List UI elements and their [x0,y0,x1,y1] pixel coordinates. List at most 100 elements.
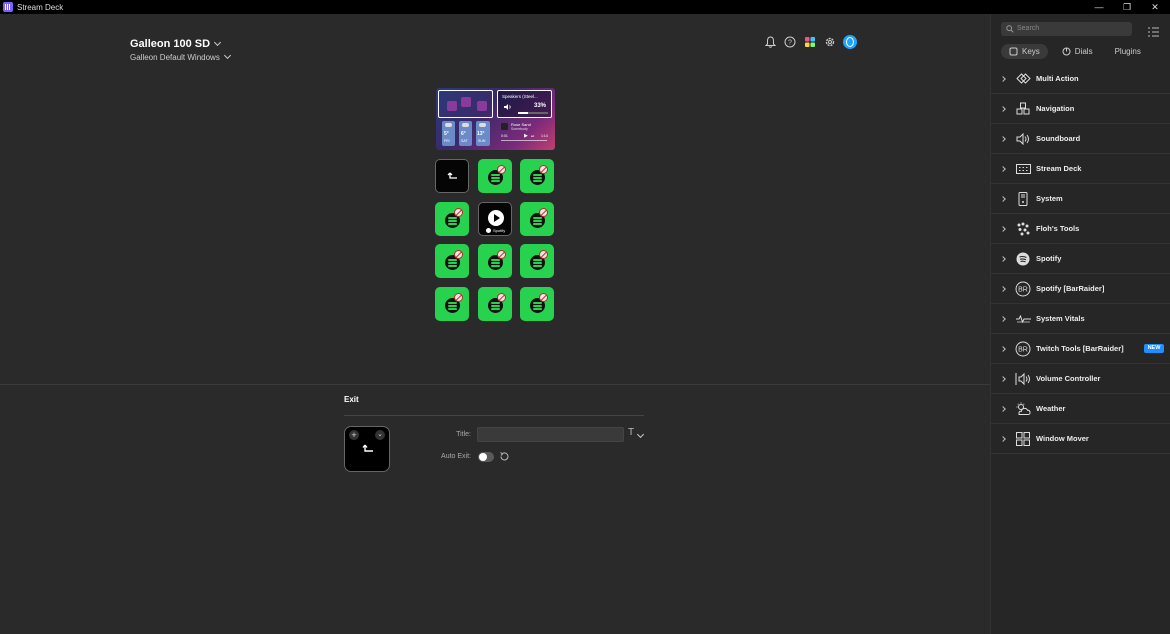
unavailable-icon [539,250,548,259]
flohs-tools-icon [1015,221,1031,237]
unavailable-icon [497,165,506,174]
unavailable-icon [539,165,548,174]
time-total: 1:14 [541,134,548,138]
category-soundboard[interactable]: Soundboard [991,124,1170,154]
unavailable-icon [454,250,463,259]
speaker-icon [504,104,511,110]
spotify-key[interactable] [435,287,469,321]
spotify-play-key[interactable]: Spotify [478,202,512,236]
volume-fill [518,112,528,114]
separator [344,415,644,416]
system-vitals-icon [1015,311,1031,327]
properties-divider[interactable] [0,384,990,385]
category-label: System [1036,194,1063,203]
device-name: Galleon 100 SD [130,38,211,50]
weather-day-sun: 13° SUN [476,121,490,146]
minimize-button[interactable]: — [1085,0,1113,14]
spotify-key[interactable] [520,202,554,236]
action-title: Exit [344,395,359,404]
category-spotify-barraider[interactable]: BR Spotify [BarRaider] [991,274,1170,304]
lcd-folder-tile[interactable] [438,90,493,118]
device-selector[interactable]: Galleon 100 SD [130,38,222,50]
spotify-key[interactable] [478,287,512,321]
profile-selector[interactable]: Galleon Default Windows [130,51,231,62]
lcd-volume-tile[interactable]: Speakers (Steel... 33% [497,90,552,118]
weather-day: FRI [444,139,450,143]
lcd-now-playing-tile[interactable]: Rose Sand Somebody 0:01 ▶ ⏭ 1:14 [497,120,552,148]
unavailable-icon [454,293,463,302]
category-system-vitals[interactable]: System Vitals [991,304,1170,334]
category-navigation[interactable]: Navigation [991,94,1170,124]
category-weather[interactable]: Weather [991,394,1170,424]
text-format-icon[interactable]: T [628,427,634,438]
lcd-weather-tile[interactable]: 5° FRI 6° SAT 13° SUN [438,120,493,148]
tab-plugins[interactable]: Plugins [1107,44,1149,59]
multi-action-icon [1015,71,1031,87]
category-label: Spotify [1036,254,1062,263]
category-label: Window Mover [1036,434,1089,443]
gear-icon[interactable] [823,35,837,49]
spotify-key[interactable] [435,202,469,236]
chevron-down-icon[interactable] [636,430,645,439]
play-icon: ▶ [524,133,528,139]
dials-icon [1062,47,1071,56]
touch-strip-lcd[interactable]: Speakers (Steel... 33% 5° FRI 6° SAT 13°… [436,88,555,150]
category-system[interactable]: System [991,184,1170,214]
marketplace-icon[interactable] [803,35,817,49]
track-progress [501,140,547,141]
auto-exit-toggle[interactable] [478,452,494,462]
close-button[interactable]: ✕ [1141,0,1169,14]
chevron-right-icon [1000,135,1006,142]
account-avatar[interactable] [843,35,857,49]
profile-name: Galleon Default Windows [130,53,220,62]
category-twitch-tools-barraider[interactable]: BR Twitch Tools [BarRaider] NEW [991,334,1170,364]
volume-track [518,112,548,114]
category-multi-action[interactable]: Multi Action [991,64,1170,94]
plus-icon[interactable]: + [349,430,359,440]
weather-day: SUN [478,139,486,143]
tab-dials[interactable]: Dials [1054,44,1101,59]
stream-deck-app-icon [3,2,13,12]
unavailable-icon [497,250,506,259]
tab-label: Keys [1022,47,1040,56]
spotify-logo-icon [486,228,491,233]
action-key-preview[interactable]: + ⌄ [344,426,390,472]
app-shortcut-icon [447,101,457,111]
help-icon[interactable]: ? [783,35,797,49]
unavailable-icon [539,208,548,217]
title-input[interactable] [477,427,624,442]
list-view-icon[interactable] [1148,24,1159,42]
weather-day-sat: 6° SAT [459,121,472,146]
search-field[interactable]: Search [1001,22,1132,36]
spotify-key[interactable] [520,244,554,278]
spotify-key[interactable] [478,244,512,278]
soundboard-icon [1015,131,1031,147]
category-window-mover[interactable]: Window Mover [991,424,1170,454]
category-label: Multi Action [1036,74,1079,83]
chevron-right-icon [1000,435,1006,442]
restore-button[interactable]: ❐ [1113,0,1141,14]
weather-temp: 5° [444,131,449,137]
category-spotify[interactable]: Spotify [991,244,1170,274]
tab-keys[interactable]: Keys [1001,44,1048,59]
spotify-key[interactable] [478,159,512,193]
barraider-icon: BR [1015,281,1031,297]
exit-arrow-icon [447,172,457,179]
volume-controller-icon [1015,371,1031,387]
spotify-key[interactable] [520,287,554,321]
unavailable-icon [454,208,463,217]
exit-key[interactable] [435,159,469,193]
category-label: Soundboard [1036,134,1081,143]
spotify-key[interactable] [520,159,554,193]
reset-icon [500,452,509,461]
spotify-key[interactable] [435,244,469,278]
category-volume-controller[interactable]: Volume Controller [991,364,1170,394]
category-stream-deck[interactable]: Stream Deck [991,154,1170,184]
category-label: Navigation [1036,104,1075,113]
chevron-down-icon [214,38,222,47]
svg-text:?: ? [788,40,792,47]
weather-temp: 6° [461,131,466,137]
chevron-down-icon[interactable]: ⌄ [375,430,385,440]
bell-icon[interactable] [763,35,777,49]
category-flohs-tools[interactable]: Floh's Tools [991,214,1170,244]
